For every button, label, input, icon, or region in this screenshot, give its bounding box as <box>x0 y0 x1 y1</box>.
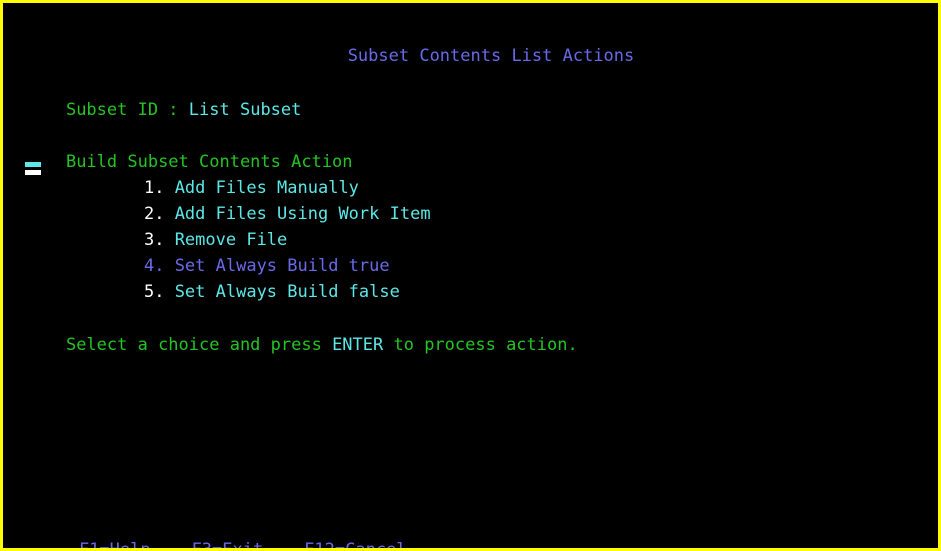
menu-item-4[interactable]: 4. Set Always Build true <box>103 227 390 276</box>
menu-item-5-label: Set Always Build false <box>174 282 400 302</box>
page-title-text: Subset Contents List Actions <box>347 46 635 66</box>
prompt-text-after: to process action. <box>383 335 578 355</box>
prompt-enter-key: ENTER <box>332 335 384 355</box>
subset-id-value: List Subset <box>188 100 302 120</box>
menu-heading: Build Subset Contents Action <box>25 123 353 172</box>
function-key-f12[interactable]: F12=Cancel <box>304 540 406 548</box>
function-key-f1[interactable]: F1=Help <box>79 540 151 548</box>
function-key-bar: F1=Help F3=Exit F12=Cancel <box>38 511 407 548</box>
menu-item-5[interactable]: 5. Set Always Build false <box>103 253 400 302</box>
cursor-bar-lower <box>25 170 41 175</box>
menu-item-5-number: 5. <box>143 282 165 302</box>
cursor-indicator[interactable] <box>25 162 41 175</box>
terminal-screen: Subset Contents List Actions Subset ID :… <box>0 0 941 551</box>
prompt-text-before: Select a choice and press <box>65 335 333 355</box>
cursor-bar-upper <box>25 162 41 167</box>
page-title: Subset Contents List Actions <box>3 17 938 66</box>
function-key-f3[interactable]: F3=Exit <box>192 540 264 548</box>
subset-id-label: Subset ID : <box>65 100 179 120</box>
menu-item-1[interactable]: 1. Add Files Manually <box>103 149 359 198</box>
menu-item-2[interactable]: 2. Add Files Using Work Item <box>103 175 431 224</box>
menu-item-3[interactable]: 3. Remove File <box>103 201 287 250</box>
subset-id-line: Subset ID : List Subset <box>25 71 301 120</box>
prompt-line: Select a choice and press ENTER to proce… <box>25 306 578 355</box>
